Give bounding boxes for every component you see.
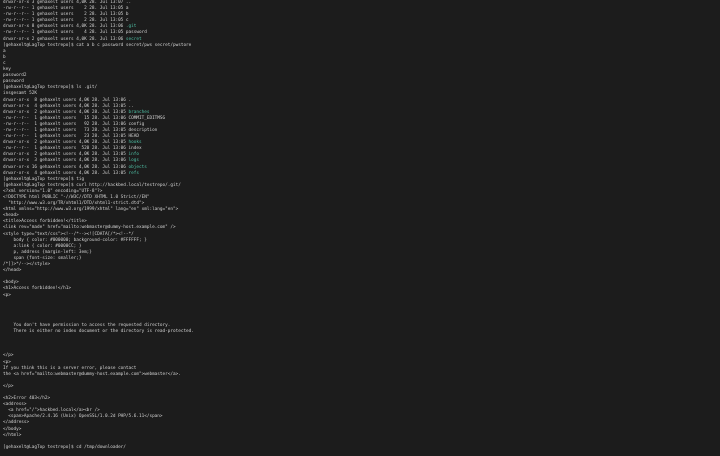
line-text: -rw-r--r-- 1 gehaxelt users 92 28. Jul 1… xyxy=(3,121,145,127)
line-text: <address> xyxy=(3,402,27,408)
line-text: <?xml version="1.0" encoding="UTF-8"?> xyxy=(3,188,103,194)
line-text: <body> xyxy=(3,280,19,286)
directory-name: info xyxy=(128,152,139,158)
line-text: span {font-size: smaller;} xyxy=(3,255,82,261)
line-text: </p> xyxy=(3,353,14,359)
line-text: drwxr-xr-x 3 gehaxelt users 4,0K 28. Jul… xyxy=(3,158,129,164)
terminal-output[interactable]: drwxr-xr-x 3 gehaxelt users 4,0K 28. Jul… xyxy=(3,0,717,456)
line-text: -rw-r--r-- 1 gehaxelt users 520 28. Jul … xyxy=(3,146,142,152)
line-text: If you think this is a server error, ple… xyxy=(3,365,137,371)
line-text: a xyxy=(3,48,6,54)
line-text: /*]]>*/--></style> xyxy=(3,262,51,268)
line-text: drwxr-xr-x 8 gehaxelt users 4,0K 28. Jul… xyxy=(3,24,126,30)
line-text: key xyxy=(3,67,11,73)
line-text: -rw-r--r-- 1 gehaxelt users 2 28. Jul 13… xyxy=(3,18,129,24)
line-text: drwxr-xr-x 4 gehaxelt users 4,0K 28. Jul… xyxy=(3,103,134,109)
line-text: </html> xyxy=(3,432,22,438)
line-text: <head> xyxy=(3,213,19,219)
line-text: </head> xyxy=(3,268,22,274)
line-text: -rw-r--r-- 1 gehaxelt users 23 28. Jul 1… xyxy=(3,134,139,140)
line-text: drwxr-xr-x 3 gehaxelt users 4,0K 28. Jul… xyxy=(3,0,132,5)
directory-name: objects xyxy=(128,164,147,170)
line-text: password2 xyxy=(3,73,27,79)
line-text: [gehaxelt@LagTop testrepo]$ tig xyxy=(3,176,85,182)
line-text: the <a href="mailto:webmaster@dummy-host… xyxy=(3,371,181,377)
line-text: There is either no index document or the… xyxy=(3,329,194,335)
directory-name: branches xyxy=(128,109,150,115)
line-text: drwxr-xr-x 2 gehaxelt users 4,0K 28. Jul… xyxy=(3,152,129,158)
directory-name: logs xyxy=(128,158,139,164)
directory-name: secret xyxy=(125,36,142,42)
line-text: </address> xyxy=(3,420,30,426)
directory-name: hooks xyxy=(128,140,142,146)
line-text: -rw-r--r-- 1 gehaxelt users 73 28. Jul 1… xyxy=(3,127,158,133)
line-text: [gehaxelt@LagTop testrepo]$ ls .git/ xyxy=(3,85,98,91)
line-text: <html xmlns="http://www.w3.org/1999/xhtm… xyxy=(3,207,179,213)
line-text: c xyxy=(3,60,6,66)
line-text: p, address {margin-left: 3em;} xyxy=(3,249,92,255)
line-text: drwxr-xr-x 4 gehaxelt users 4,0K 28. Jul… xyxy=(3,170,129,176)
line-text: <span>Apache/2.4.16 (Unix) OpenSSL/1.0.2… xyxy=(3,414,163,420)
directory-name: refs xyxy=(128,170,139,176)
directory-name: .git xyxy=(125,24,137,30)
line-text: </body> xyxy=(3,426,22,432)
line-text: -rw-r--r-- 1 gehaxelt users 2 28. Jul 13… xyxy=(3,6,129,12)
line-text: <link rev="made" href="mailto:webmaster@… xyxy=(3,225,176,231)
terminal-prompt-line: [gehaxelt@LagTop testrepo]$ cd /tmp/down… xyxy=(3,445,717,451)
line-text: "http://www.w3.org/TR/xhtml1/DTD/xhtml1-… xyxy=(3,201,145,207)
line-text: -rw-r--r-- 1 gehaxelt users 2 28. Jul 13… xyxy=(3,12,129,18)
line-text: </p> xyxy=(3,383,14,389)
line-text: drwxr-xr-x 8 gehaxelt users 4,0K 28. Jul… xyxy=(3,97,132,103)
line-text: body { color: #000000; background-color:… xyxy=(3,237,147,243)
line-text: password xyxy=(3,79,24,85)
line-text: b xyxy=(3,54,6,60)
line-text: <a href="/">hackbed.local</a><br /> xyxy=(3,408,100,414)
line-text: [gehaxelt@LagTop testrepo]$ cat a b c pa… xyxy=(3,42,192,48)
line-text: drwxr-xr-x 2 gehaxelt users 4,0K 28. Jul… xyxy=(3,140,129,146)
line-text: [gehaxelt@LagTop testrepo]$ cd /tmp/down… xyxy=(3,444,126,450)
line-text: -rw-r--r-- 1 gehaxelt users 4 28. Jul 13… xyxy=(3,30,147,36)
line-text: <h2>Error 403</h2> xyxy=(3,396,51,402)
line-text: <style type="text/css"><!--/*--><![CDATA… xyxy=(3,231,134,237)
line-text: <h1>Access forbidden!</h1> xyxy=(3,286,71,292)
line-text: a:link { color: #0000CC; } xyxy=(3,243,82,249)
line-text: -rw-r--r-- 1 gehaxelt users 15 28. Jul 1… xyxy=(3,115,166,121)
line-text: drwxr-xr-x 2 gehaxelt users 4,0K 28. Jul… xyxy=(3,109,129,115)
line-text: You don't have permission to access the … xyxy=(3,322,171,328)
line-text: drwxr-xr-x 16 gehaxelt users 4,0K 28. Ju… xyxy=(3,164,129,170)
line-text: <p> xyxy=(3,292,11,298)
line-text: <title>Access forbidden!</title> xyxy=(3,219,87,225)
line-text: drwxr-xr-x 2 gehaxelt users 4,0K 28. Jul… xyxy=(3,36,126,42)
line-text: <p> xyxy=(3,359,11,365)
line-text: [gehaxelt@LagTop testrepo]$ curl http://… xyxy=(3,182,181,188)
line-text: insgesamt 52K xyxy=(3,91,37,97)
line-text: <!DOCTYPE html PUBLIC "-//W3C//DTD XHTML… xyxy=(3,195,150,200)
